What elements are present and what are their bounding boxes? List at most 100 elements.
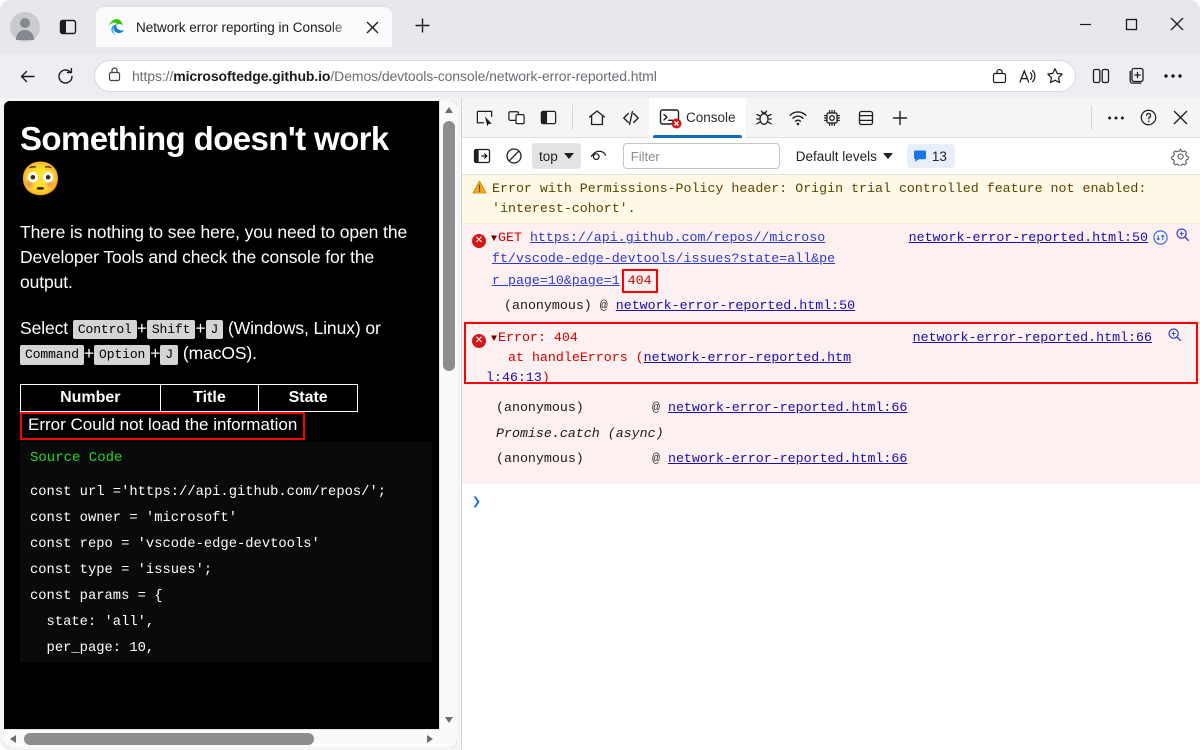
console-icon — [659, 108, 680, 127]
scroll-right-arrow-icon[interactable] — [421, 730, 439, 747]
page-vertical-scrollbar[interactable] — [439, 101, 457, 729]
request-url-line1[interactable]: https://api.github.com/repos//microso — [530, 230, 825, 245]
console-sidebar-icon[interactable] — [468, 143, 496, 169]
message-count: 13 — [932, 149, 947, 164]
issues-table: Number Title State — [20, 384, 358, 412]
filter-input[interactable] — [623, 143, 780, 169]
more-options-icon[interactable] — [1100, 103, 1132, 133]
stack-frame-link[interactable]: network-error-reported.html:50 — [616, 298, 855, 313]
browser-window: Network error reporting in Console — [0, 0, 1200, 750]
minimize-button[interactable] — [1062, 0, 1108, 48]
stack-frame-function: (anonymous) — [504, 298, 592, 313]
column-header-number: Number — [21, 385, 161, 412]
inspect-element-icon[interactable] — [468, 103, 500, 133]
read-aloud-icon[interactable] — [1013, 62, 1041, 90]
key-j-win: J — [206, 320, 224, 340]
tab-actions-icon[interactable] — [52, 11, 84, 43]
search-magnifier-icon[interactable] — [1167, 327, 1182, 349]
console-network-error-message[interactable]: ✕▼GET https://api.github.com/repos//micr… — [462, 224, 1200, 322]
collections-bag-icon[interactable] — [985, 62, 1013, 90]
request-url-line3[interactable]: r_page=10&page=1 — [492, 273, 620, 288]
console-warning-message[interactable]: Error with Permissions-Policy header: Or… — [462, 175, 1200, 224]
device-emulation-icon[interactable] — [500, 103, 532, 133]
warning-text-line2: 'interest-cohort'. — [492, 201, 636, 216]
settings-gear-icon[interactable] — [1166, 143, 1194, 169]
key-shift: Shift — [147, 320, 196, 340]
edge-logo-icon — [108, 18, 126, 36]
error-title: Error: 404 — [498, 330, 578, 345]
column-header-title: Title — [160, 385, 259, 412]
elements-code-icon[interactable] — [615, 103, 647, 133]
stack-frame-row: (anonymous)@ network-error-reported.html… — [472, 446, 1192, 472]
reload-button[interactable] — [48, 59, 82, 93]
devtools-tabbar: Console — [462, 98, 1200, 138]
split-screen-icon[interactable] — [1084, 59, 1118, 93]
execution-context-selector[interactable]: top — [532, 143, 581, 169]
page-horizontal-scrollbar[interactable] — [4, 729, 439, 747]
console-messages[interactable]: Error with Permissions-Policy header: Or… — [462, 175, 1200, 750]
scroll-up-arrow-icon[interactable] — [440, 101, 457, 119]
stack-frame-function: Promise.catch (async) — [496, 426, 664, 441]
error-stack-close-paren: ) — [542, 370, 550, 385]
console-error-404-message[interactable]: ✕▼Error: 404 network-error-reported.html… — [462, 322, 1200, 484]
network-wifi-icon[interactable] — [782, 103, 814, 133]
home-icon[interactable] — [581, 103, 613, 133]
help-question-icon[interactable] — [1132, 103, 1164, 133]
console-filter-bar: top Default levels 13 — [462, 138, 1200, 175]
tab-title: Network error reporting in Console — [136, 20, 360, 35]
tab-console[interactable]: Console — [649, 98, 746, 138]
scroll-left-arrow-icon[interactable] — [4, 730, 22, 747]
favorite-star-icon[interactable] — [1041, 62, 1069, 90]
error-circle-icon: ✕ — [472, 234, 486, 248]
address-input[interactable]: https://microsoftedge.github.io/Demos/de… — [94, 60, 1076, 92]
add-tool-plus-icon[interactable] — [884, 103, 916, 133]
message-source-link[interactable]: network-error-reported.html:50 — [909, 228, 1148, 248]
horizontal-scroll-thumb[interactable] — [24, 733, 314, 745]
network-info-icon[interactable] — [1153, 230, 1168, 252]
execution-context-label: top — [539, 149, 558, 164]
message-count-badge[interactable]: 13 — [907, 144, 955, 168]
content-area: Something doesn't work 😳 There is nothin… — [0, 98, 1200, 750]
browser-tab[interactable]: Network error reporting in Console — [96, 7, 392, 47]
close-window-button[interactable] — [1154, 0, 1200, 48]
avatar[interactable] — [10, 12, 40, 42]
tab-close-icon[interactable] — [360, 15, 384, 39]
status-code-badge: 404 — [622, 269, 658, 293]
stack-frame-at: @ — [652, 451, 660, 466]
message-bubble-icon — [913, 150, 927, 163]
error-stack-at-text: at handleErrors ( — [508, 350, 644, 365]
message-source-link[interactable]: network-error-reported.html:66 — [913, 328, 1152, 348]
add-to-collections-icon[interactable] — [1120, 59, 1154, 93]
error-stack-link-part1[interactable]: network-error-reported.htm — [644, 350, 851, 365]
expand-triangle-icon[interactable]: ▼ — [491, 234, 497, 245]
live-expression-eye-icon[interactable] — [585, 143, 613, 169]
browser-settings-more-icon[interactable] — [1156, 59, 1190, 93]
stack-frame-link[interactable]: network-error-reported.html:66 — [668, 451, 907, 466]
stack-frame-function: (anonymous) — [496, 449, 652, 469]
request-url-line2[interactable]: ft/vscode-edge-devtools/issues?state=all… — [492, 251, 835, 266]
error-stack-link-part2[interactable]: l:46:13 — [486, 370, 542, 385]
log-levels-selector[interactable]: Default levels — [796, 149, 893, 164]
debugger-bug-icon[interactable] — [748, 103, 780, 133]
performance-chip-icon[interactable] — [816, 103, 848, 133]
chevron-down-icon — [564, 153, 574, 159]
back-button[interactable] — [10, 59, 44, 93]
page-shortcut-paragraph: Select Control+Shift+J (Windows, Linux) … — [20, 316, 423, 367]
console-prompt[interactable]: ❯ — [462, 484, 1200, 519]
scroll-down-arrow-icon[interactable] — [440, 711, 457, 729]
application-storage-icon[interactable] — [850, 103, 882, 133]
expand-triangle-icon[interactable]: ▼ — [491, 334, 497, 345]
page-paragraph: There is nothing to see here, you need t… — [20, 220, 423, 296]
search-magnifier-icon[interactable] — [1175, 227, 1190, 249]
vertical-scroll-thumb[interactable] — [443, 121, 455, 371]
page-title: Something doesn't work 😳 — [20, 119, 423, 200]
maximize-button[interactable] — [1108, 0, 1154, 48]
dock-side-icon[interactable] — [532, 103, 564, 133]
lock-icon — [107, 66, 122, 87]
clear-console-icon[interactable] — [500, 143, 528, 169]
new-tab-button[interactable] — [406, 9, 438, 41]
warning-triangle-icon — [472, 180, 487, 194]
toolbar-right-icons — [1084, 59, 1190, 93]
stack-frame-link[interactable]: network-error-reported.html:66 — [668, 400, 907, 415]
close-devtools-icon[interactable] — [1164, 103, 1196, 133]
